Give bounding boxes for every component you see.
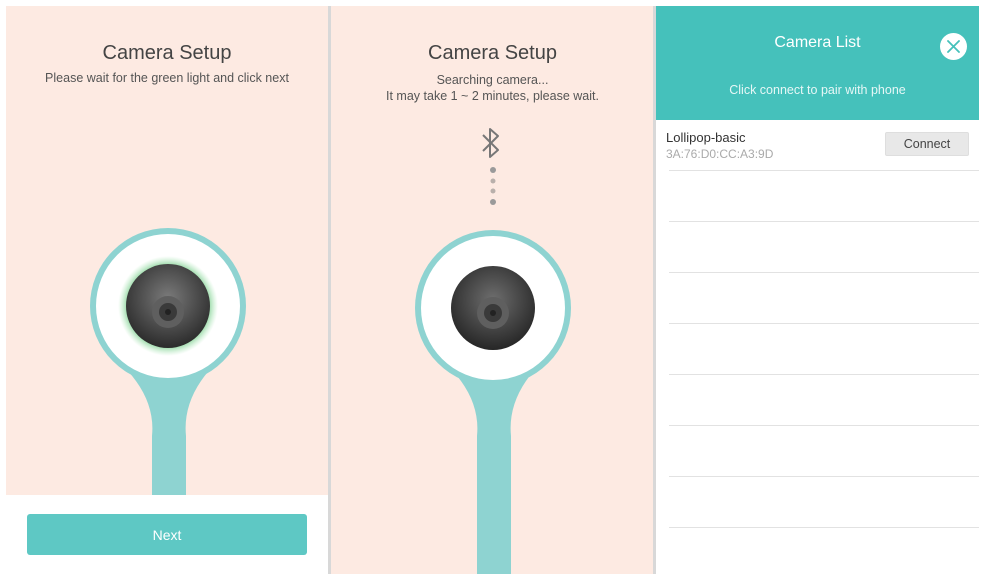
list-item-empty (656, 171, 979, 222)
bottom-bar: Next (6, 495, 328, 574)
page-title: Camera List (774, 34, 861, 51)
close-icon (947, 40, 960, 53)
camera-list-screen: Camera List Click connect to pair with p… (656, 6, 979, 574)
camera-illustration (415, 230, 571, 574)
list-item: Lollipop-basic 3A:76:D0:CC:A3:9D Connect (656, 120, 979, 171)
device-name: Lollipop-basic (666, 130, 746, 145)
close-button[interactable] (940, 33, 967, 60)
list-item-empty (656, 273, 979, 324)
next-button[interactable]: Next (27, 514, 307, 555)
pairing-instruction: Click connect to pair with phone (729, 83, 906, 97)
device-mac: 3A:76:D0:CC:A3:9D (666, 147, 774, 161)
setup-step-searching: Camera Setup Searching camera... It may … (331, 6, 654, 574)
list-item-empty (656, 222, 979, 273)
list-item-empty (656, 375, 979, 426)
app-screens: Camera Setup Please wait for the green l… (0, 0, 984, 574)
row-divider (669, 527, 979, 528)
connect-button[interactable]: Connect (885, 132, 969, 156)
camera-illustration-green (90, 228, 246, 496)
setup-step-green-light: Camera Setup Please wait for the green l… (6, 6, 328, 574)
list-item-empty (656, 426, 979, 477)
list-item-empty (656, 324, 979, 375)
header: Camera List Click connect to pair with p… (656, 6, 979, 120)
list-item-empty (656, 477, 979, 528)
